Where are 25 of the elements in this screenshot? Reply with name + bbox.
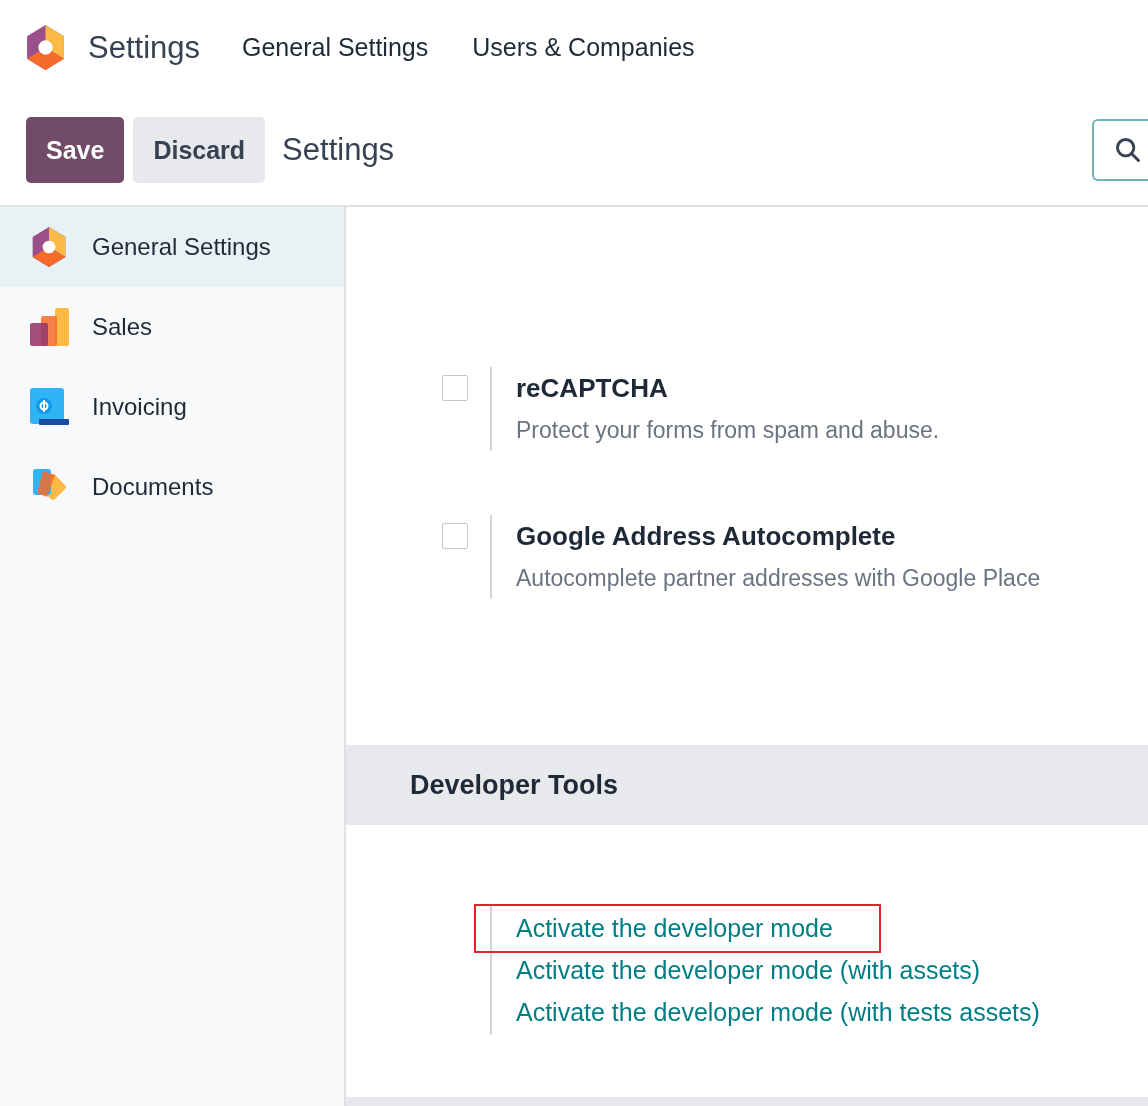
setting-description: Protect your forms from spam and abuse. [516,416,940,445]
app-title: Settings [88,29,200,66]
developer-mode-link[interactable]: Activate the developer mode (with assets) [492,955,981,985]
developer-mode-link[interactable]: Activate the developer mode (with tests assets) [492,997,1040,1027]
sidebar-item[interactable]: General Settings [0,207,344,287]
developer-mode-link[interactable]: Activate the developer mode [476,905,879,951]
setting-title: Google Address Autocomplete [516,520,897,553]
sidebar-item[interactable]: Sales [0,287,344,367]
checkbox[interactable] [442,523,468,549]
save-button[interactable]: Save [26,117,125,183]
sidebar-item[interactable]: Documents [0,447,344,527]
setting-description: Autocomplete partner addresses with Google Place [516,564,1041,593]
app-logo-icon[interactable] [25,25,66,70]
menu-item[interactable]: Users & Companies [472,33,695,62]
setting-title: reCAPTCHA [516,372,669,405]
sidebar-item[interactable]: Invoicing [0,367,344,447]
bar-chart-icon [29,307,69,347]
section-title: Developer Tools [410,769,619,801]
breadcrumb-title: Settings [282,132,395,168]
checkbox[interactable] [442,375,468,401]
search-icon [1114,136,1142,164]
invoice-icon [29,387,69,427]
menu-item[interactable]: General Settings [242,33,429,62]
search-button[interactable] [1092,119,1148,181]
discard-button[interactable]: Discard [133,117,266,183]
